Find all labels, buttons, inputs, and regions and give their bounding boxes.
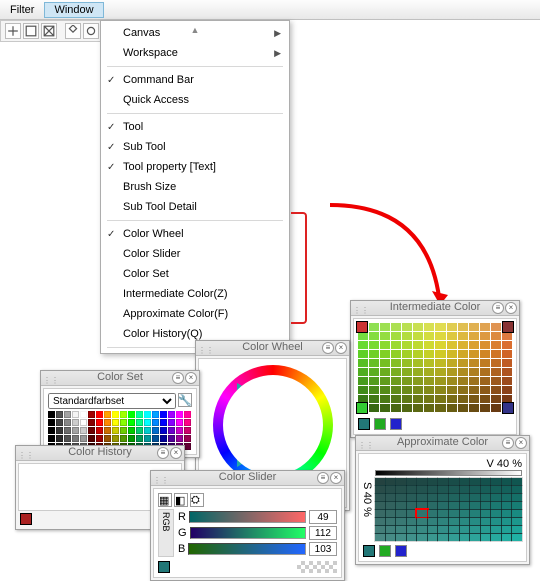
intermediate-grid[interactable] xyxy=(358,323,512,412)
corner-swatch[interactable] xyxy=(356,321,368,333)
panel-intermediate-color[interactable]: Intermediate Color ≡× xyxy=(350,300,520,438)
color-wheel[interactable] xyxy=(213,365,333,485)
result-swatch xyxy=(363,545,375,557)
check-icon: ✓ xyxy=(107,229,115,240)
grip-icon[interactable] xyxy=(353,304,361,312)
menu-icon[interactable]: ≡ xyxy=(317,472,329,484)
close-icon[interactable]: × xyxy=(505,302,517,314)
result-swatch xyxy=(390,418,402,430)
v-slider[interactable] xyxy=(375,470,522,476)
panel-title: Approximate Color xyxy=(397,436,488,448)
panel-color-slider[interactable]: Color Slider≡× ▦ ◧ ⛭ RGB R49 G112 B103 xyxy=(150,470,345,581)
close-icon[interactable]: × xyxy=(185,372,197,384)
menu-intermediate-color[interactable]: Intermediate Color(Z) xyxy=(101,284,289,304)
settings-icon[interactable]: 🔧 xyxy=(178,393,192,407)
grip-icon[interactable] xyxy=(198,344,206,352)
result-swatch xyxy=(20,513,32,525)
b-value[interactable]: 103 xyxy=(309,542,337,556)
tool-btn-1[interactable] xyxy=(5,23,21,39)
menu-color-slider[interactable]: Color Slider xyxy=(101,244,289,264)
menu-icon[interactable]: ≡ xyxy=(502,437,514,449)
menu-command-bar[interactable]: ✓Command Bar xyxy=(101,70,289,90)
tool-btn-2[interactable] xyxy=(23,23,39,39)
check-icon: ✓ xyxy=(107,122,115,133)
menu-tool[interactable]: ✓Tool xyxy=(101,117,289,137)
panel-approximate-color[interactable]: Approximate Color≡× S 40 % V 40 % xyxy=(355,435,530,565)
tool-btn-5[interactable] xyxy=(83,23,99,39)
corner-swatch[interactable] xyxy=(502,402,514,414)
panel-title: Intermediate Color xyxy=(390,301,481,313)
close-icon[interactable]: × xyxy=(330,472,342,484)
menu-sub-tool[interactable]: ✓Sub Tool xyxy=(101,137,289,157)
result-swatch xyxy=(395,545,407,557)
g-slider[interactable] xyxy=(190,527,306,539)
menu-tool-property[interactable]: ✓Tool property [Text] xyxy=(101,157,289,177)
panel-title: Color History xyxy=(68,446,132,458)
menu-sub-tool-detail[interactable]: Sub Tool Detail xyxy=(101,197,289,217)
preset-select[interactable]: Standardfarbset xyxy=(48,393,176,409)
menu-window[interactable]: Window xyxy=(44,2,103,18)
close-icon[interactable]: × xyxy=(170,447,182,459)
close-icon[interactable]: × xyxy=(515,437,527,449)
corner-swatch[interactable] xyxy=(502,321,514,333)
menu-quick-access[interactable]: Quick Access xyxy=(101,90,289,110)
bracket-annotation xyxy=(291,212,307,324)
result-swatch xyxy=(379,545,391,557)
panel-title: Color Slider xyxy=(219,471,276,483)
menu-canvas[interactable]: Canvas xyxy=(101,23,289,43)
corner-swatch[interactable] xyxy=(356,402,368,414)
b-slider[interactable] xyxy=(188,543,306,555)
menu-icon[interactable]: ≡ xyxy=(322,342,334,354)
menu-color-wheel[interactable]: ✓Color Wheel xyxy=(101,224,289,244)
result-swatch xyxy=(158,561,170,573)
g-value[interactable]: 112 xyxy=(309,526,337,540)
check-icon: ✓ xyxy=(107,142,115,153)
mode-label[interactable]: RGB xyxy=(158,509,174,557)
grip-icon[interactable] xyxy=(153,474,161,482)
color-triangle[interactable] xyxy=(237,383,309,467)
r-slider[interactable] xyxy=(189,511,306,523)
grip-icon[interactable] xyxy=(43,374,51,382)
menu-approximate-color[interactable]: Approximate Color(F) xyxy=(101,304,289,324)
menu-filter[interactable]: Filter xyxy=(0,2,44,18)
r-value[interactable]: 49 xyxy=(309,510,337,524)
menu-icon[interactable]: ≡ xyxy=(492,302,504,314)
panel-title: Color Wheel xyxy=(242,341,303,353)
approx-grid[interactable] xyxy=(375,478,522,541)
tool-btn-4[interactable] xyxy=(65,23,81,39)
result-swatch xyxy=(374,418,386,430)
grip-icon[interactable] xyxy=(18,449,26,457)
tab-icon[interactable]: ▦ xyxy=(158,493,172,507)
close-icon[interactable]: × xyxy=(335,342,347,354)
grip-icon[interactable] xyxy=(358,439,366,447)
menu-color-set[interactable]: Color Set xyxy=(101,264,289,284)
menu-workspace[interactable]: Workspace xyxy=(101,43,289,63)
tab-icon[interactable]: ◧ xyxy=(174,493,188,507)
panel-title: Color Set xyxy=(97,371,143,383)
result-swatch xyxy=(358,418,370,430)
check-icon: ✓ xyxy=(107,75,115,86)
check-icon: ✓ xyxy=(107,162,115,173)
tab-icon[interactable]: ⛭ xyxy=(190,493,204,507)
window-dropdown: ▲ Canvas Workspace ✓Command Bar Quick Ac… xyxy=(100,20,290,354)
alpha-preview xyxy=(297,561,337,573)
tool-btn-3[interactable] xyxy=(41,23,57,39)
menu-brush-size[interactable]: Brush Size xyxy=(101,177,289,197)
menu-icon[interactable]: ≡ xyxy=(157,447,169,459)
menu-icon[interactable]: ≡ xyxy=(172,372,184,384)
